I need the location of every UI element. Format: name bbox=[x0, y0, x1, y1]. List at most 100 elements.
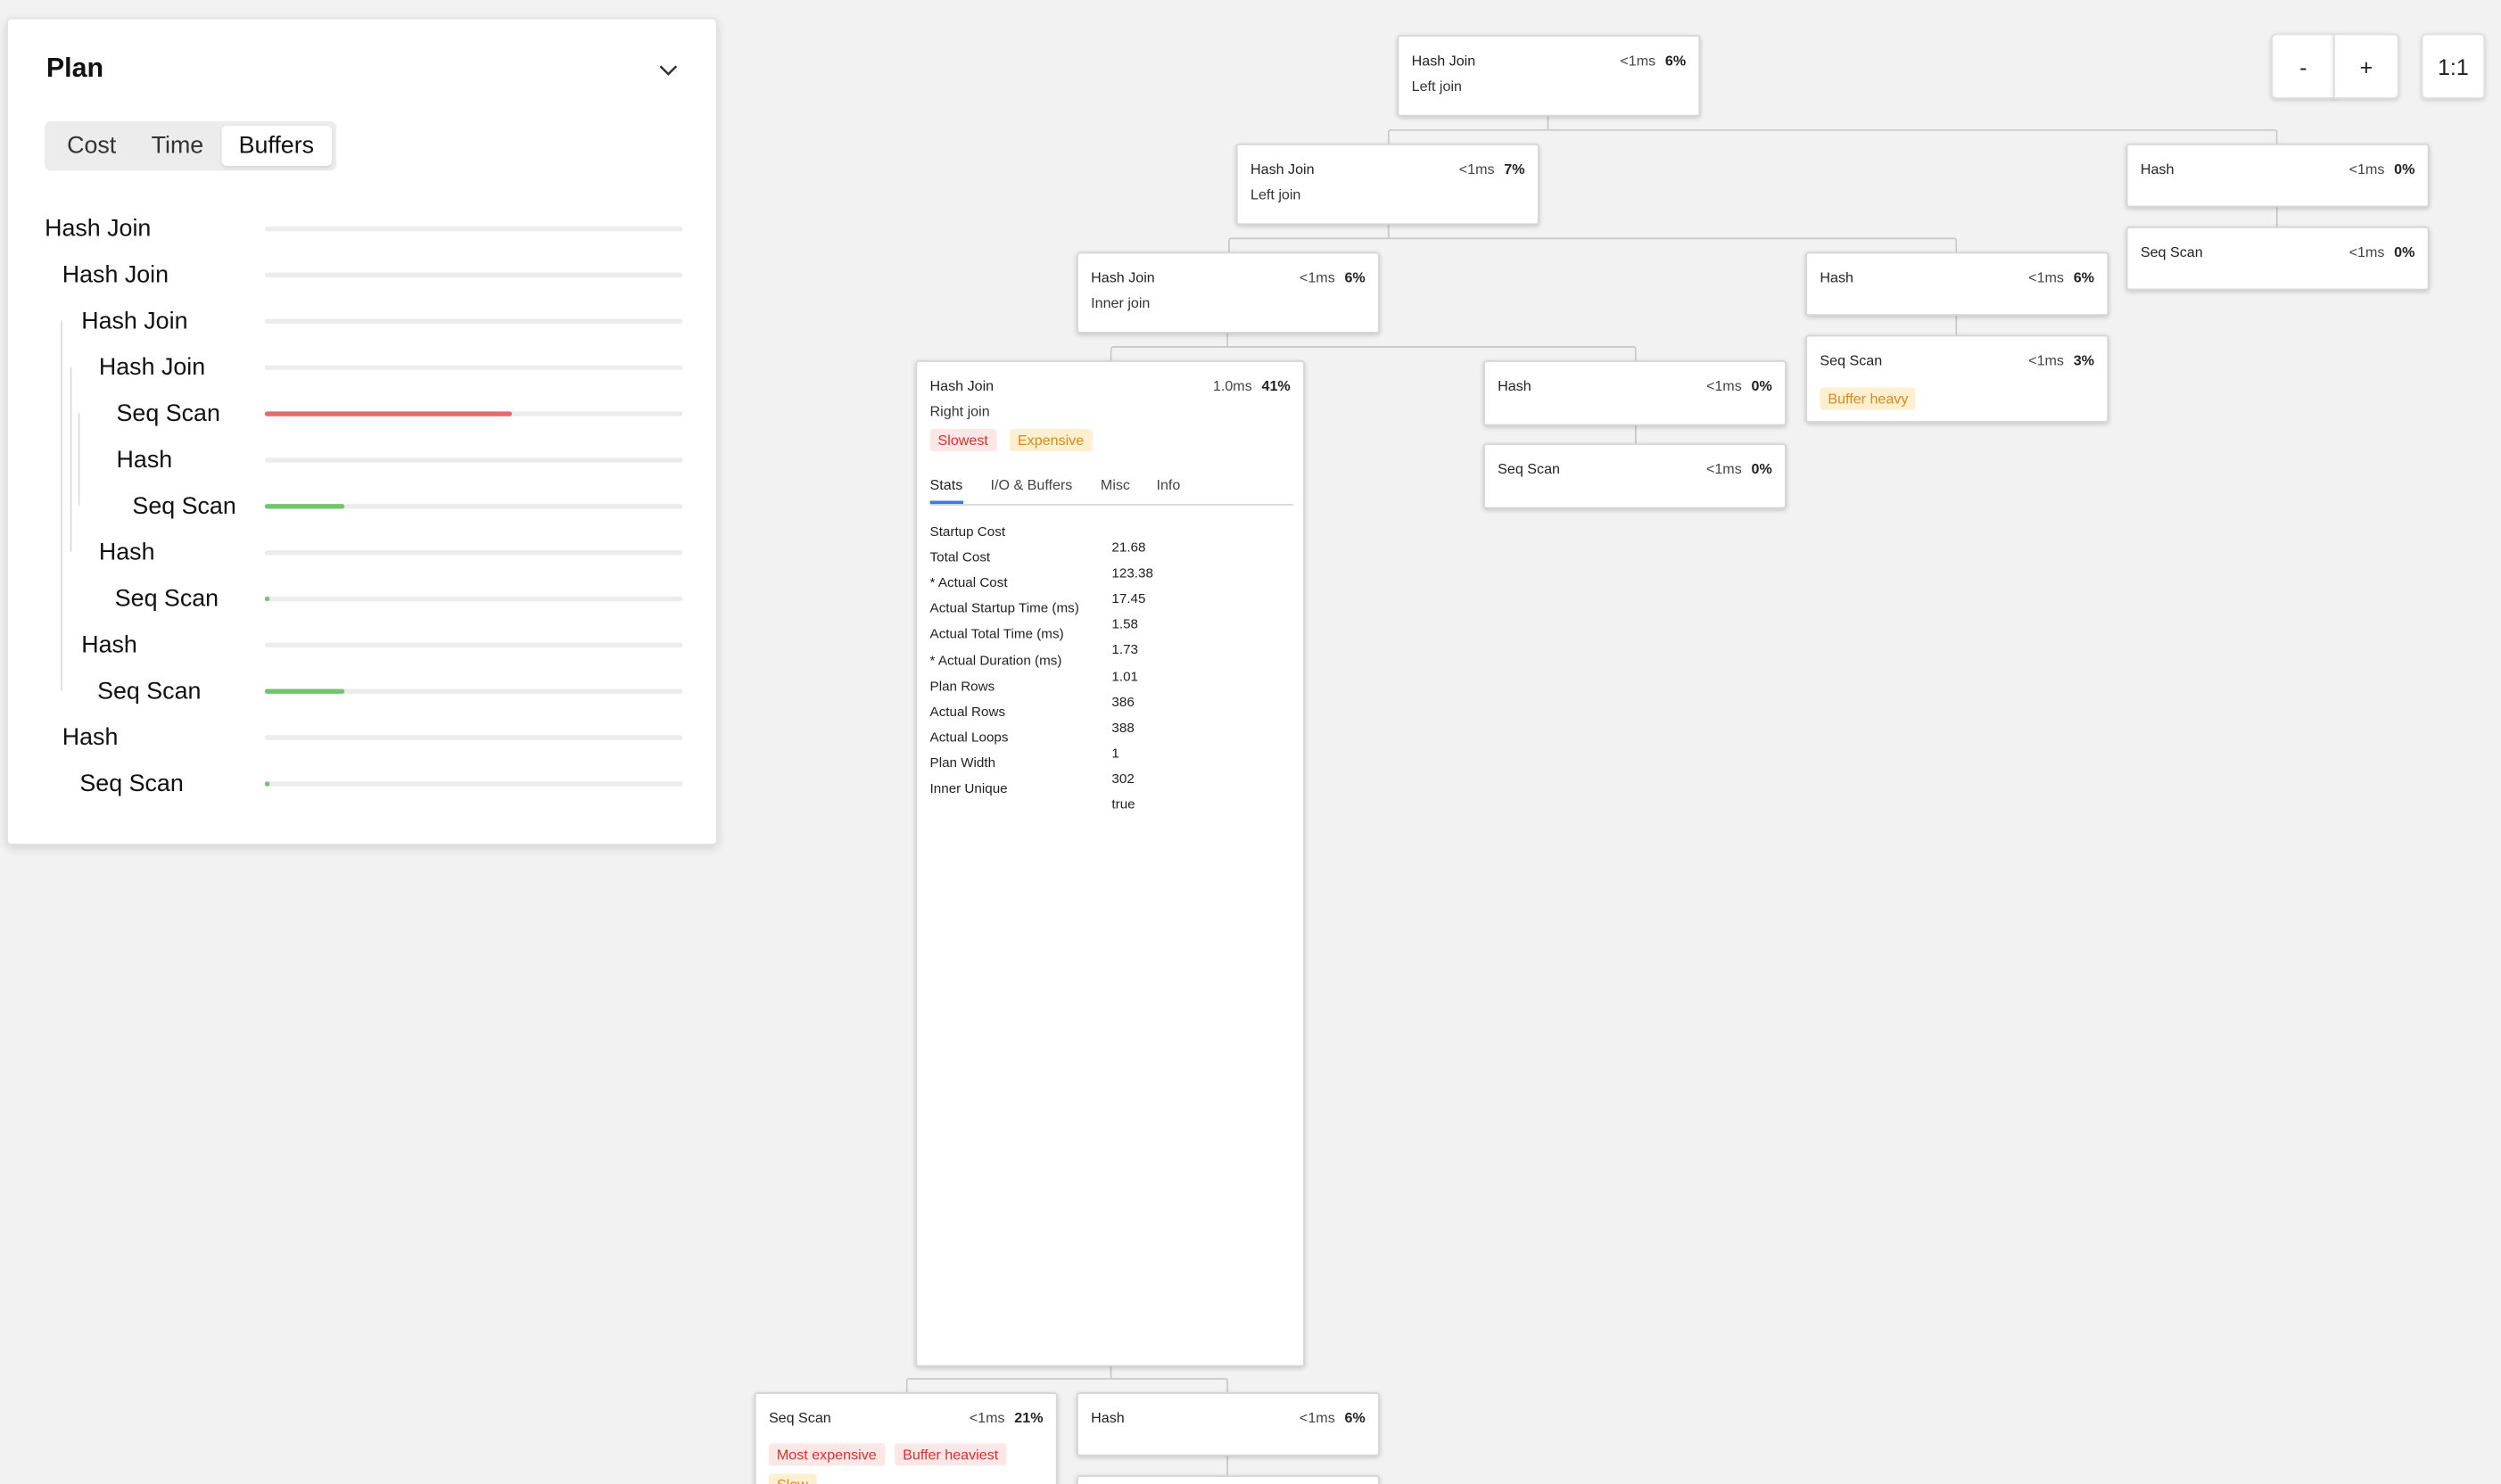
plan-node-seq-scan-a[interactable]: Seq Scan <1ms 0% bbox=[2125, 226, 2430, 291]
plan-row-label: Hash bbox=[98, 539, 155, 566]
stat-key: Total Cost bbox=[929, 548, 991, 565]
zoom-in-button[interactable]: + bbox=[2333, 33, 2399, 99]
plan-row-label: Hash bbox=[81, 631, 137, 659]
stat-key: Startup Cost bbox=[929, 523, 1006, 540]
tag-slowest: Slowest bbox=[929, 429, 996, 452]
node-percent: 3% bbox=[2073, 352, 2094, 369]
node-time: <1ms bbox=[1299, 269, 1335, 286]
node-metrics: <1ms 0% bbox=[2349, 161, 2415, 177]
node-percent: 0% bbox=[2394, 243, 2415, 260]
stat-row: Actual Rows 388 bbox=[930, 703, 1135, 735]
stat-row: * Actual Cost 17.45 bbox=[930, 574, 1146, 606]
stat-row: Actual Startup Time (ms) 1.58 bbox=[929, 599, 1138, 632]
node-time: <1ms bbox=[1458, 161, 1495, 177]
node-title: Hash bbox=[1820, 269, 1853, 286]
tab-info[interactable]: Info bbox=[1156, 477, 1180, 493]
stat-row: Inner Unique true bbox=[929, 779, 1135, 812]
node-percent: 6% bbox=[1344, 269, 1366, 286]
plan-row-bar bbox=[264, 596, 683, 602]
plan-row-label: Hash Join bbox=[98, 353, 206, 382]
stat-key: * Actual Duration (ms) bbox=[929, 651, 1062, 668]
plan-row-label: Seq Scan bbox=[132, 492, 236, 520]
plan-row[interactable]: Seq Scan bbox=[8, 668, 720, 714]
node-detail-tabs: Stats I/O & Buffers Misc Info bbox=[929, 477, 1294, 506]
node-title: Seq Scan bbox=[1820, 352, 1883, 369]
stat-key: Inner Unique bbox=[929, 779, 1008, 796]
stat-value: 21.68 bbox=[1111, 539, 1146, 556]
plan-node-seq-scan-c[interactable]: Seq Scan <1ms 0% bbox=[1483, 443, 1787, 509]
stat-value: 1.01 bbox=[1111, 667, 1139, 684]
node-metrics: <1ms 6% bbox=[1620, 53, 1686, 69]
plan-row[interactable]: Hash bbox=[8, 622, 720, 668]
plan-row[interactable]: Seq Scan bbox=[8, 391, 720, 437]
node-percent: 0% bbox=[1751, 377, 1772, 394]
tag-buffer-heaviest: Buffer heaviest bbox=[895, 1443, 1007, 1466]
tag-most-expensive: Most expensive bbox=[768, 1443, 885, 1466]
plan-row[interactable]: Hash bbox=[8, 714, 720, 761]
tab-misc[interactable]: Misc bbox=[1101, 477, 1130, 493]
stat-value: 386 bbox=[1111, 693, 1135, 710]
plan-node-partial[interactable] bbox=[1077, 1475, 1380, 1484]
plan-node-hash-join-root[interactable]: Hash Join <1ms 6% Left join bbox=[1397, 35, 1701, 117]
stat-row: Startup Cost 21.68 bbox=[929, 523, 1146, 556]
node-time: <1ms bbox=[1705, 460, 1742, 477]
plan-row[interactable]: Seq Scan bbox=[8, 483, 720, 530]
node-title: Hash Join bbox=[1091, 269, 1155, 286]
plan-node-seq-scan-d[interactable]: Seq Scan <1ms 21% Most expensive Buffer h… bbox=[754, 1392, 1058, 1484]
stat-key: Actual Loops bbox=[929, 728, 1009, 745]
plan-node-hash-join-3[interactable]: Hash Join <1ms 6% Inner join bbox=[1077, 251, 1380, 334]
plan-row[interactable]: Seq Scan bbox=[8, 761, 720, 807]
stat-key: Actual Startup Time (ms) bbox=[929, 599, 1079, 616]
plan-row[interactable]: Hash Join bbox=[8, 344, 720, 391]
node-metrics: <1ms 21% bbox=[970, 1410, 1044, 1426]
stat-value: 1.58 bbox=[1111, 615, 1139, 632]
plan-row-bar bbox=[264, 226, 683, 232]
plan-row-label: Hash Join bbox=[45, 215, 152, 243]
plan-row-label: Seq Scan bbox=[79, 770, 184, 798]
tab-time[interactable]: Time bbox=[134, 126, 221, 166]
tag-buffer-heavy: Buffer heavy bbox=[1820, 387, 1917, 410]
node-title: Hash bbox=[1091, 1409, 1125, 1426]
node-metrics: <1ms 6% bbox=[1300, 269, 1366, 285]
node-percent: 6% bbox=[2073, 269, 2094, 286]
node-join-type: Inner join bbox=[1091, 294, 1151, 311]
node-metrics: <1ms 6% bbox=[1300, 1410, 1366, 1426]
chevron-down-icon[interactable] bbox=[656, 57, 681, 83]
node-metrics: <1ms 6% bbox=[2028, 269, 2094, 285]
plan-node-hash-b[interactable]: Hash <1ms 6% bbox=[1805, 251, 2109, 317]
node-metrics: <1ms 0% bbox=[1706, 378, 1772, 394]
plan-row-bar bbox=[264, 781, 683, 787]
plan-row[interactable]: Hash bbox=[8, 437, 720, 483]
node-title: Hash Join bbox=[1411, 53, 1476, 69]
plan-node-hash-join-2[interactable]: Hash Join <1ms 7% Left join bbox=[1235, 143, 1539, 226]
plan-row-bar bbox=[264, 272, 683, 278]
plan-row-label: Seq Scan bbox=[114, 585, 219, 613]
plan-title: Plan bbox=[45, 53, 104, 83]
plan-node-hash-d[interactable]: Hash <1ms 6% bbox=[1077, 1392, 1380, 1456]
metric-segmented-control: Cost Time Buffers bbox=[45, 120, 337, 171]
stat-value: 302 bbox=[1111, 770, 1135, 787]
plan-node-hash-a[interactable]: Hash <1ms 0% bbox=[2125, 143, 2430, 208]
plan-row[interactable]: Hash Join bbox=[8, 298, 720, 344]
tab-io-buffers[interactable]: I/O & Buffers bbox=[991, 477, 1073, 493]
tab-cost[interactable]: Cost bbox=[49, 126, 133, 166]
node-join-type: Left join bbox=[1411, 78, 1463, 95]
node-title: Seq Scan bbox=[768, 1409, 831, 1426]
plan-row[interactable]: Seq Scan bbox=[8, 576, 720, 622]
zoom-reset-button[interactable]: 1:1 bbox=[2421, 33, 2486, 99]
tab-buffers[interactable]: Buffers bbox=[220, 126, 332, 166]
plan-row[interactable]: Hash bbox=[8, 530, 720, 576]
stat-row: Actual Loops 1 bbox=[929, 728, 1119, 761]
node-time: <1ms bbox=[2348, 161, 2385, 177]
plan-node-hash-c[interactable]: Hash <1ms 0% bbox=[1483, 360, 1787, 426]
plan-node-seq-scan-b[interactable]: Seq Scan <1ms 3% Buffer heavy bbox=[1805, 334, 2109, 423]
tag-expensive: Expensive bbox=[1009, 429, 1093, 452]
plan-row-bar bbox=[264, 411, 683, 416]
plan-row[interactable]: Hash Join bbox=[8, 206, 720, 252]
node-join-type: Left join bbox=[1250, 186, 1301, 203]
plan-node-hash-join-4-expanded[interactable]: Hash Join 1.0ms 41% Right join Slowest Ex… bbox=[915, 360, 1305, 1367]
plan-row[interactable]: Hash Join bbox=[8, 252, 720, 299]
node-time: <1ms bbox=[1299, 1409, 1335, 1426]
tab-stats[interactable]: Stats bbox=[930, 477, 963, 493]
zoom-out-button[interactable]: - bbox=[2271, 33, 2336, 99]
